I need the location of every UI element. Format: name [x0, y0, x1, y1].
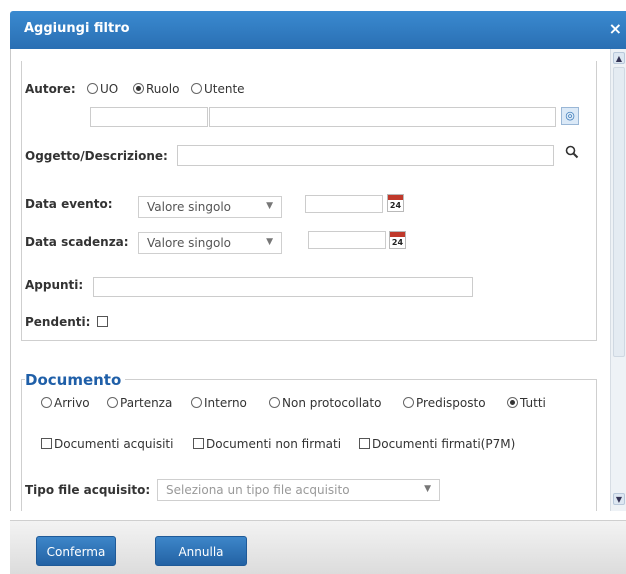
- autore-label: Autore:: [25, 82, 76, 96]
- doc-type-arrivo[interactable]: Arrivo: [41, 396, 90, 410]
- vertical-scrollbar[interactable]: ▲ ▼: [610, 49, 626, 511]
- pendenti-label: Pendenti:: [25, 315, 91, 329]
- chevron-down-icon: ▼: [424, 484, 431, 494]
- radio-predisposto[interactable]: [403, 397, 414, 408]
- check-documenti-non-firmati[interactable]: Documenti non firmati: [193, 437, 341, 451]
- dialog-title: Aggiungi filtro: [24, 21, 130, 36]
- scroll-down-arrow-icon[interactable]: ▼: [613, 493, 625, 505]
- confirm-button[interactable]: Conferma: [36, 536, 116, 566]
- documento-title: Documento: [25, 371, 126, 389]
- dialog-titlebar: Aggiungi filtro ×: [10, 11, 626, 49]
- calendar-icon[interactable]: 24: [387, 194, 404, 212]
- data-evento-select[interactable]: Valore singolo ▼: [138, 196, 282, 218]
- data-scadenza-date-input[interactable]: [308, 231, 386, 249]
- doc-type-partenza[interactable]: Partenza: [107, 396, 172, 410]
- scroll-thumb[interactable]: [613, 67, 625, 357]
- doc-type-predisposto[interactable]: Predisposto: [403, 396, 486, 410]
- checkbox-non-firmati[interactable]: [193, 438, 204, 449]
- checkbox-firmati[interactable]: [359, 438, 370, 449]
- autore-code-input[interactable]: [90, 107, 208, 127]
- doc-type-non-protocollato[interactable]: Non protocollato: [269, 396, 381, 410]
- checkbox-acquisiti[interactable]: [41, 438, 52, 449]
- pendenti-checkbox[interactable]: [97, 316, 108, 327]
- appunti-input[interactable]: [93, 277, 473, 297]
- autore-option-uo[interactable]: UO: [87, 82, 118, 96]
- data-scadenza-label: Data scadenza:: [25, 235, 129, 249]
- appunti-label: Appunti:: [25, 278, 84, 292]
- oggetto-label: Oggetto/Descrizione:: [25, 149, 168, 163]
- radio-partenza[interactable]: [107, 397, 118, 408]
- autore-option-utente[interactable]: Utente: [191, 82, 245, 96]
- data-evento-label: Data evento:: [25, 197, 113, 211]
- doc-type-tutti[interactable]: Tutti: [507, 396, 546, 410]
- search-icon[interactable]: [562, 145, 582, 165]
- radio-interno[interactable]: [191, 397, 202, 408]
- chevron-down-icon: ▼: [266, 201, 273, 211]
- cancel-button[interactable]: Annulla: [155, 536, 247, 566]
- data-evento-date-input[interactable]: [305, 195, 383, 213]
- radio-uo[interactable]: [87, 83, 98, 94]
- radio-utente[interactable]: [191, 83, 202, 94]
- radio-ruolo-selected[interactable]: [133, 83, 144, 94]
- radio-tutti-selected[interactable]: [507, 397, 518, 408]
- tipo-file-label: Tipo file acquisito:: [25, 483, 151, 497]
- dialog-content: Autore: UO Ruolo Utente ◎ Oggetto/Descri…: [10, 49, 610, 511]
- autore-name-input[interactable]: [209, 107, 556, 127]
- oggetto-input[interactable]: [177, 145, 554, 166]
- data-scadenza-select[interactable]: Valore singolo ▼: [138, 232, 282, 254]
- check-documenti-acquisiti[interactable]: Documenti acquisiti: [41, 437, 173, 451]
- radio-non-protocollato[interactable]: [269, 397, 280, 408]
- doc-type-interno[interactable]: Interno: [191, 396, 247, 410]
- check-documenti-firmati[interactable]: Documenti firmati(P7M): [359, 437, 515, 451]
- scroll-up-arrow-icon[interactable]: ▲: [613, 52, 625, 64]
- tipo-file-select[interactable]: Seleziona un tipo file acquisito ▼: [157, 479, 440, 501]
- autore-option-ruolo[interactable]: Ruolo: [133, 82, 179, 96]
- dialog-footer: Conferma Annulla: [10, 520, 626, 574]
- close-icon[interactable]: ×: [609, 19, 622, 38]
- radio-arrivo[interactable]: [41, 397, 52, 408]
- chevron-down-icon: ▼: [266, 237, 273, 247]
- add-filter-dialog: Aggiungi filtro × Autore: UO Ruolo Utent…: [0, 0, 626, 574]
- autore-lookup-icon[interactable]: ◎: [561, 107, 579, 125]
- calendar-icon[interactable]: 24: [389, 231, 406, 249]
